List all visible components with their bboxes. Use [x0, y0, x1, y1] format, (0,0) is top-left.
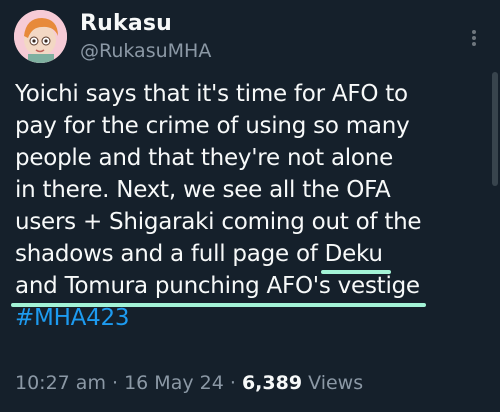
tweet-line: people and that they're not alone — [15, 145, 393, 171]
tweet-line-start: shadows and a full page of — [15, 241, 325, 267]
tweet-text: Yoichi says that it's time for AFO to pa… — [11, 78, 490, 334]
tweet-card: Rukasu @RukasuMHA Yoichi says that it's … — [0, 0, 500, 412]
tweet-line: in there. Next, we see all the OFA — [15, 177, 391, 203]
tweet-line: users + Shigaraki coming out of the — [15, 209, 422, 235]
tweet-date[interactable]: 16 May 24 — [124, 372, 224, 394]
tweet-line-highlighted: and Tomura punching AFO's vestige — [11, 270, 490, 307]
avatar-illustration — [14, 10, 67, 63]
highlighted-word: Deku — [324, 241, 383, 267]
dot — [472, 42, 476, 46]
highlighted-text: Deku — [320, 238, 391, 274]
highlighted-line: and Tomura punching AFO's vestige — [15, 273, 420, 299]
tweet-line-with-highlight: shadows and a full page of Deku — [15, 238, 490, 274]
dot — [472, 36, 476, 40]
display-name[interactable]: Rukasu — [80, 11, 172, 36]
tweet-meta: 10:27 am · 16 May 24 · 6,389 Views — [15, 372, 363, 394]
drawn-underline — [11, 303, 426, 307]
tweet-line: Yoichi says that it's time for AFO to — [15, 81, 408, 107]
views-label: Views — [308, 372, 364, 394]
meta-separator: · — [112, 372, 119, 394]
avatar[interactable] — [14, 10, 67, 63]
tweet-time[interactable]: 10:27 am — [15, 372, 106, 394]
meta-separator: · — [229, 372, 236, 394]
tweet-line: pay for the crime of using so many — [15, 113, 410, 139]
handle[interactable]: @RukasuMHA — [80, 40, 211, 62]
more-options-icon[interactable] — [464, 28, 484, 52]
highlighted-text: and Tomura punching AFO's vestige — [11, 270, 426, 307]
scrollbar[interactable] — [492, 72, 498, 186]
views-count: 6,389 — [241, 372, 303, 394]
dot — [472, 30, 476, 34]
